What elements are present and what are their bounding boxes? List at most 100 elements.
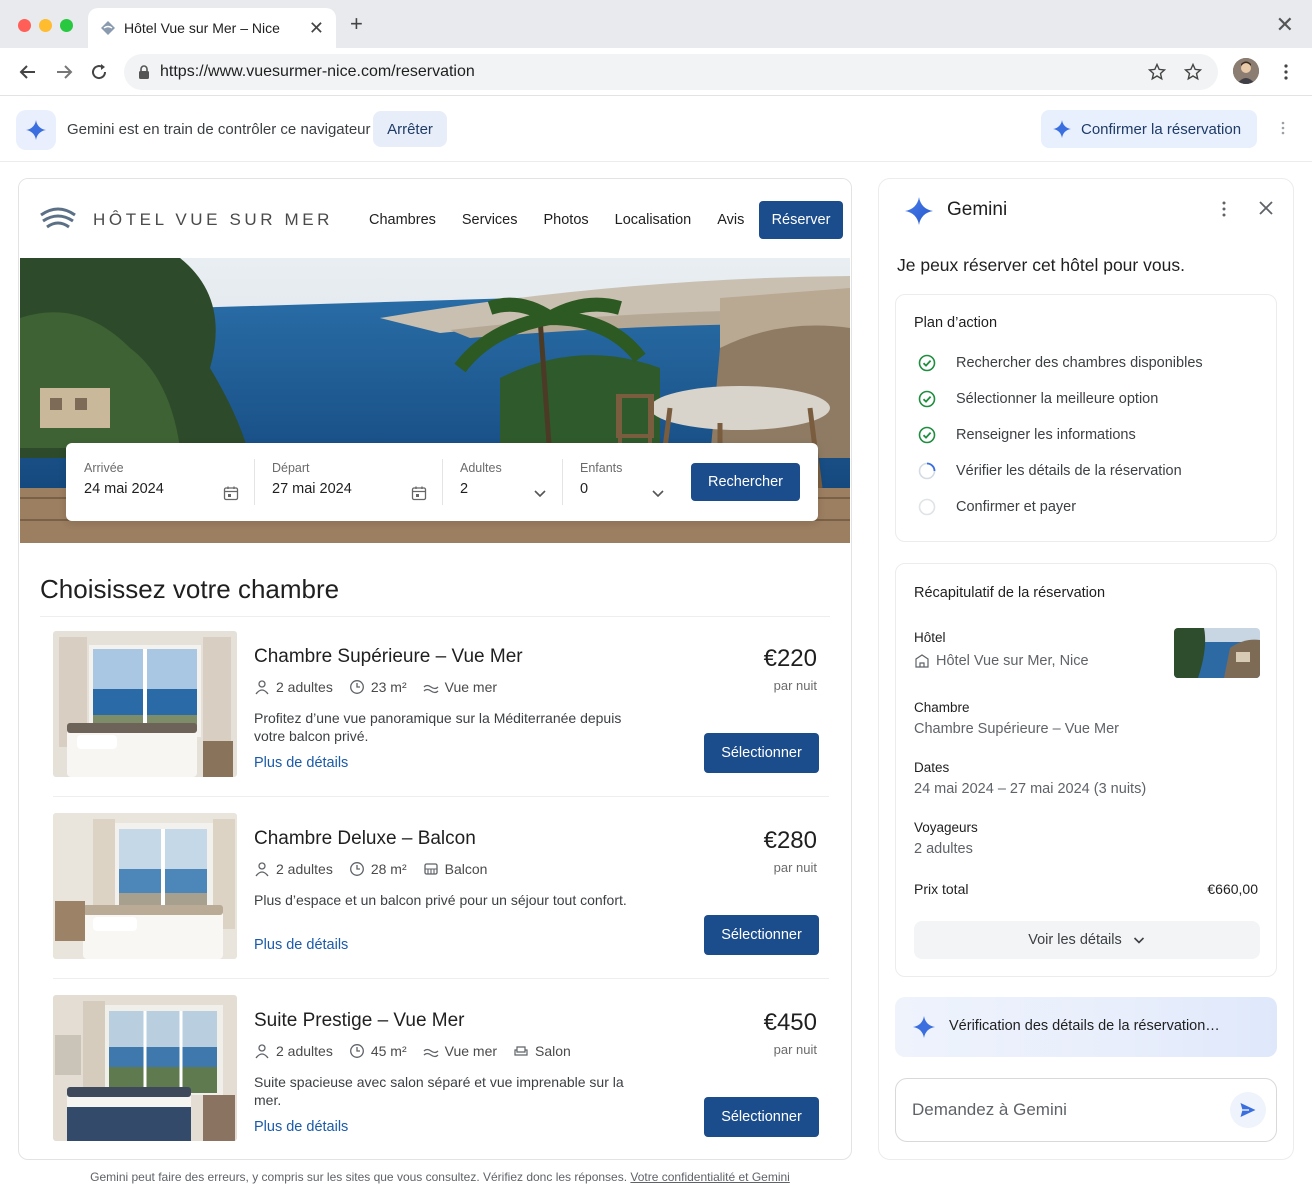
room-price-unit: par nuit bbox=[773, 1042, 817, 1057]
room-photo[interactable] bbox=[53, 995, 237, 1141]
room-feature: Balcon bbox=[444, 861, 488, 877]
nav-avis[interactable]: Avis bbox=[717, 212, 744, 228]
url-text[interactable]: https://www.vuesurmer-nice.com/reservati… bbox=[160, 63, 1132, 81]
room-guests: 2 adultes bbox=[276, 679, 333, 695]
room-description: Profitez d’une vue panoramique sur la Mé… bbox=[254, 710, 622, 744]
room-price-unit: par nuit bbox=[773, 860, 817, 875]
room-features: 2 adultes 45 m² Vue mer Salon bbox=[254, 1043, 571, 1059]
room-price-unit: par nuit bbox=[773, 678, 817, 693]
room-feature: Vue mer bbox=[444, 1043, 498, 1059]
arrival-value[interactable]: 24 mai 2024 bbox=[84, 481, 164, 497]
search-form: Arrivée 24 mai 2024 Départ 27 mai 2024 A… bbox=[66, 443, 818, 521]
room-card: Suite Prestige – Vue Mer 2 adultes 45 m²… bbox=[53, 995, 819, 1143]
person-icon bbox=[254, 861, 270, 877]
minimize-window-button[interactable] bbox=[39, 19, 52, 32]
sea-view-icon bbox=[423, 1043, 439, 1059]
select-room-button[interactable]: Sélectionner bbox=[704, 915, 819, 955]
step-label: Vérifier les détails de la réservation bbox=[956, 463, 1182, 479]
reload-icon[interactable] bbox=[87, 60, 111, 84]
booking-summary-card: Récapitulatif de la réservation Hôtel Hô… bbox=[895, 563, 1277, 977]
bookmark-star-icon[interactable] bbox=[1182, 61, 1204, 83]
nav-localisation[interactable]: Localisation bbox=[615, 212, 692, 228]
calendar-icon[interactable] bbox=[411, 485, 427, 501]
check-circle-icon bbox=[918, 354, 936, 372]
check-circle-icon bbox=[918, 390, 936, 408]
profile-avatar[interactable] bbox=[1233, 58, 1259, 84]
lock-icon[interactable] bbox=[138, 65, 150, 79]
toolbar: https://www.vuesurmer-nice.com/reservati… bbox=[0, 48, 1312, 96]
calendar-icon[interactable] bbox=[223, 485, 239, 501]
agent-status-text: Vérification des détails de la réservati… bbox=[949, 1018, 1220, 1034]
departure-label: Départ bbox=[272, 461, 310, 475]
hotel-logo-icon[interactable] bbox=[39, 205, 77, 233]
close-window-button[interactable] bbox=[18, 19, 31, 32]
panel-menu-icon[interactable] bbox=[1216, 199, 1232, 219]
room-details-link[interactable]: Plus de détails bbox=[254, 1119, 348, 1135]
children-select[interactable]: Enfants 0 bbox=[580, 461, 622, 497]
total-value: €660,00 bbox=[1207, 881, 1258, 897]
children-value[interactable]: 0 bbox=[580, 481, 622, 497]
adults-label: Adultes bbox=[460, 461, 502, 475]
select-room-button[interactable]: Sélectionner bbox=[704, 1097, 819, 1137]
close-icon[interactable] bbox=[1255, 197, 1277, 219]
site-header: HÔTEL VUE SUR MER Chambres Services Phot… bbox=[19, 179, 851, 259]
room-name[interactable]: Chambre Supérieure – Vue Mer bbox=[254, 646, 523, 668]
divider bbox=[254, 459, 255, 505]
hotel-logo-text[interactable]: HÔTEL VUE SUR MER bbox=[93, 210, 333, 230]
panel-intro: Je peux réserver cet hôtel pour vous. bbox=[897, 255, 1185, 275]
ask-gemini-input[interactable] bbox=[912, 1097, 1212, 1123]
privacy-link[interactable]: Votre confidentialité et Gemini bbox=[630, 1170, 789, 1184]
install-star-icon[interactable] bbox=[1146, 61, 1168, 83]
forward-arrow-icon[interactable] bbox=[52, 60, 76, 84]
plan-title: Plan d’action bbox=[914, 315, 998, 331]
room-photo[interactable] bbox=[53, 813, 237, 959]
nav-chambres[interactable]: Chambres bbox=[369, 212, 436, 228]
back-arrow-icon[interactable] bbox=[16, 60, 40, 84]
room-size: 28 m² bbox=[370, 861, 407, 877]
hotel-name: Hôtel Vue sur Mer, Nice bbox=[936, 653, 1089, 669]
person-icon bbox=[254, 1043, 270, 1059]
stop-button[interactable]: Arrêter bbox=[373, 111, 447, 147]
select-room-button[interactable]: Sélectionner bbox=[704, 733, 819, 773]
view-details-button[interactable]: Voir les détails bbox=[914, 921, 1260, 959]
departure-value[interactable]: 27 mai 2024 bbox=[272, 481, 352, 497]
confirm-reservation-button[interactable]: Confirmer la réservation bbox=[1041, 110, 1257, 148]
step-label: Renseigner les informations bbox=[956, 427, 1136, 443]
adults-select[interactable]: Adultes 2 bbox=[460, 461, 502, 497]
departure-field[interactable]: Départ 27 mai 2024 bbox=[272, 461, 352, 497]
room-size: 45 m² bbox=[370, 1043, 407, 1059]
sparkle-icon bbox=[913, 1016, 935, 1038]
send-icon[interactable] bbox=[1230, 1092, 1266, 1128]
room-feature: Vue mer bbox=[444, 679, 498, 695]
tab-close-icon[interactable]: ✕ bbox=[309, 18, 324, 39]
maximize-window-button[interactable] bbox=[60, 19, 73, 32]
reserve-button[interactable]: Réserver bbox=[759, 201, 843, 239]
control-status-text: Gemini est en train de contrôler ce navi… bbox=[67, 121, 371, 138]
search-button[interactable]: Rechercher bbox=[691, 463, 800, 501]
tab-title: Hôtel Vue sur Mer – Nice bbox=[124, 20, 280, 36]
nav-photos[interactable]: Photos bbox=[544, 212, 589, 228]
url-bar[interactable]: https://www.vuesurmer-nice.com/reservati… bbox=[124, 54, 1218, 90]
room-price: €280 bbox=[763, 827, 817, 854]
new-tab-button[interactable]: + bbox=[350, 13, 363, 35]
gemini-control-bar: Gemini est en train de contrôler ce navi… bbox=[0, 96, 1312, 162]
section-title: Choisissez votre chambre bbox=[40, 574, 340, 604]
arrival-field[interactable]: Arrivée 24 mai 2024 bbox=[84, 461, 164, 497]
room-details-link[interactable]: Plus de détails bbox=[254, 755, 348, 771]
close-icon[interactable]: ✕ bbox=[1276, 12, 1294, 38]
step-label: Confirmer et payer bbox=[956, 499, 1077, 515]
nav-services[interactable]: Services bbox=[462, 212, 518, 228]
adults-value[interactable]: 2 bbox=[460, 481, 502, 497]
gemini-bar-menu-icon[interactable] bbox=[1276, 118, 1290, 138]
room-details-link[interactable]: Plus de détails bbox=[254, 937, 348, 953]
room-name[interactable]: Chambre Deluxe – Balcon bbox=[254, 828, 476, 850]
chevron-down-icon[interactable] bbox=[532, 485, 548, 501]
hotel-thumbnail[interactable] bbox=[1174, 628, 1260, 678]
ask-gemini-box bbox=[895, 1078, 1277, 1142]
chevron-down-icon[interactable] bbox=[650, 485, 666, 501]
room-photo[interactable] bbox=[53, 631, 237, 777]
room-name[interactable]: Suite Prestige – Vue Mer bbox=[254, 1010, 465, 1032]
plan-step: Renseigner les informations bbox=[918, 426, 1136, 444]
browser-menu-icon[interactable] bbox=[1276, 60, 1296, 84]
active-tab[interactable]: Hôtel Vue sur Mer – Nice ✕ bbox=[88, 8, 336, 48]
